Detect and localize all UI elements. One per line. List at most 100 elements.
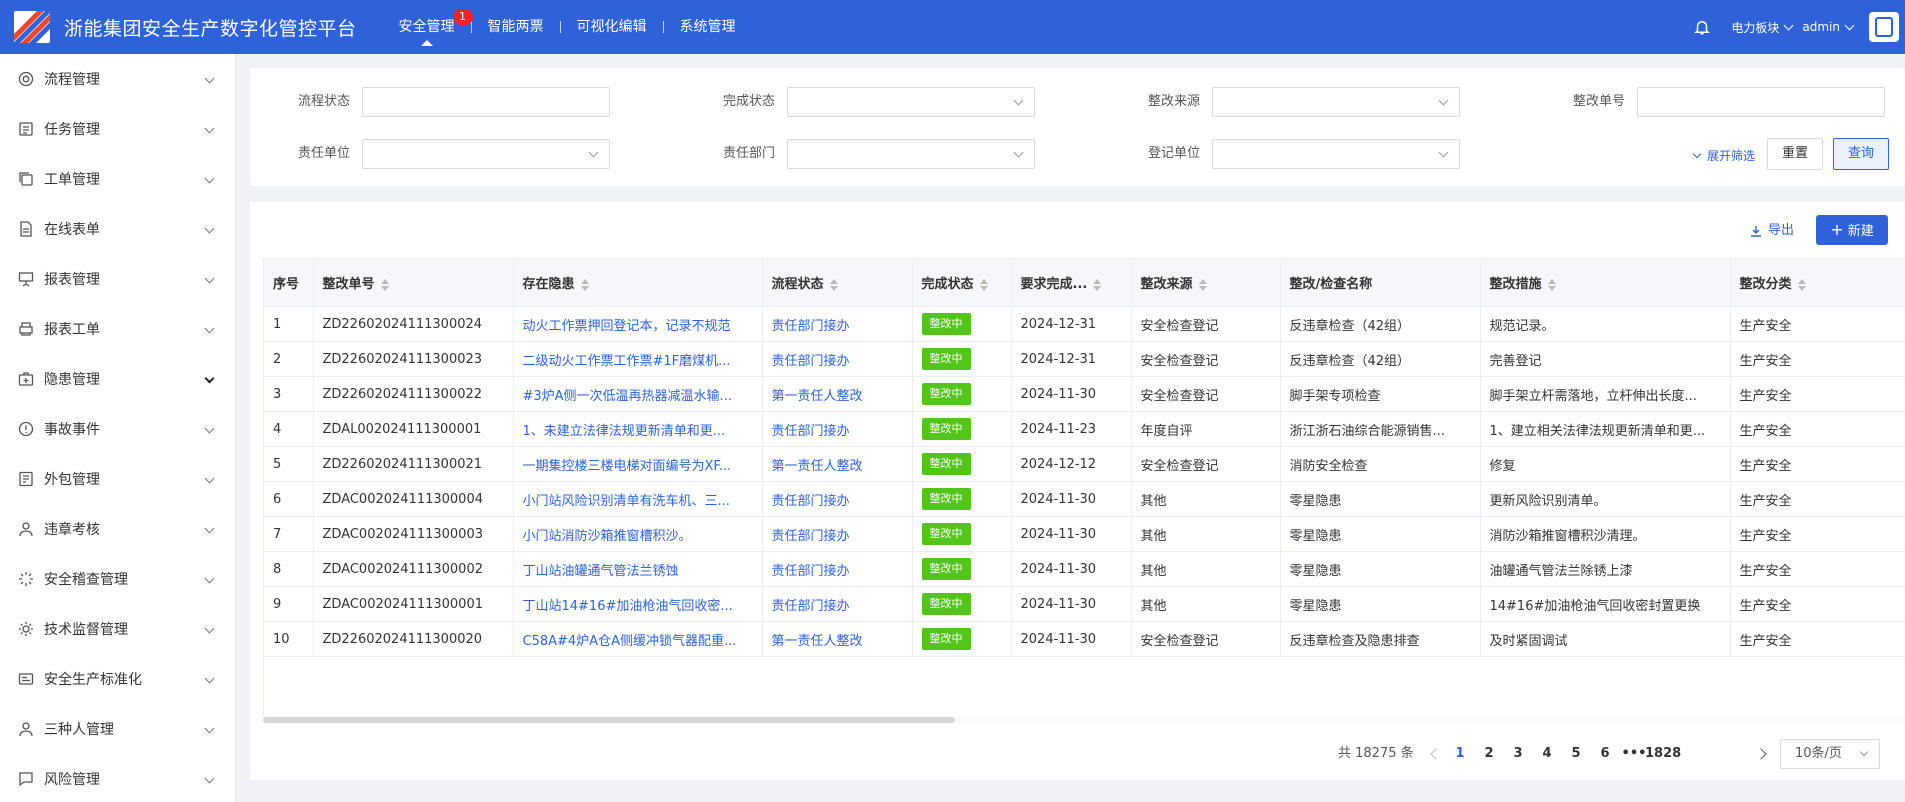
cell-hazard[interactable]: #3炉A侧一次低温再热器减温水输... xyxy=(513,376,763,412)
table-row[interactable]: 10 ZD22602024111300020 C58A#4炉A仓A侧缓冲锁气器配重.… xyxy=(264,621,1905,657)
nav-smart-tickets[interactable]: 智能两票 xyxy=(482,0,550,54)
table-row[interactable]: 2 ZD22602024111300023 二级动火工作票工作票#1F磨煤机... 责… xyxy=(264,341,1905,377)
nav-safety-management[interactable]: 安全管理 1 xyxy=(393,0,473,54)
column-header[interactable]: 整改来源 xyxy=(1131,258,1281,307)
cell-hazard[interactable]: 动火工作票押回登记本，记录不规范 xyxy=(513,306,763,342)
sidebar-item[interactable]: 任务管理 xyxy=(0,104,235,154)
bell-icon[interactable] xyxy=(1693,18,1711,36)
nav-visual-edit[interactable]: 可视化编辑 xyxy=(571,0,653,54)
sidebar-item[interactable]: 报表工单 xyxy=(0,304,235,354)
cell-flow[interactable]: 责任部门接办 xyxy=(762,551,913,587)
cell-measure: 完善登记 xyxy=(1480,341,1731,377)
sort-icon[interactable] xyxy=(979,278,988,291)
sort-icon[interactable] xyxy=(580,278,589,291)
cell-hazard[interactable]: 一期集控楼三楼电梯对面编号为XF... xyxy=(513,446,763,482)
cell-id: ZDAL002024111300001 xyxy=(313,411,514,447)
resp-dept-select[interactable] xyxy=(787,139,1035,169)
sidebar-item-label: 外包管理 xyxy=(44,472,100,488)
sidebar-item[interactable]: 安全生产标准化 xyxy=(0,654,235,704)
complete-status-select[interactable] xyxy=(787,87,1035,117)
table-row[interactable]: 3 ZD22602024111300022 #3炉A侧一次低温再热器减温水输... 第… xyxy=(264,376,1905,412)
sidebar-item[interactable]: 风险管理 xyxy=(0,754,235,802)
cell-hazard[interactable]: 小门站风险识别清单有洗车机、三... xyxy=(513,481,763,517)
sidebar-item[interactable]: 在线表单 xyxy=(0,204,235,254)
sector-dropdown[interactable]: 电力板块 xyxy=(1731,19,1794,36)
column-header[interactable]: 整改分类 xyxy=(1730,258,1905,307)
expand-filter-label: 展开筛选 xyxy=(1707,149,1756,163)
cell-flow[interactable]: 第一责任人整改 xyxy=(762,446,913,482)
table-row[interactable]: 6 ZDAC002024111300004 小门站风险识别清单有洗车机、三... 责任… xyxy=(264,481,1905,517)
column-header[interactable]: 完成状态 xyxy=(912,258,1012,307)
process-status-input[interactable] xyxy=(362,87,610,117)
cell-category: 生产安全 xyxy=(1730,621,1905,657)
table-row[interactable]: 9 ZDAC002024111300001 丁山站14#16#加油枪油气回收密...… xyxy=(264,586,1905,622)
sort-icon[interactable] xyxy=(1547,278,1556,291)
next-page-icon[interactable] xyxy=(1755,748,1767,760)
resp-unit-select[interactable] xyxy=(362,139,610,169)
table-row[interactable]: 7 ZDAC002024111300003 小门站消防沙箱推窗槽积沙。 责任部门接办整… xyxy=(264,516,1905,552)
sort-icon[interactable] xyxy=(1093,278,1102,291)
cell-hazard[interactable]: 1、未建立法律法规更新清单和更... xyxy=(513,411,763,447)
column-header[interactable]: 整改措施 xyxy=(1480,258,1731,307)
table-row[interactable]: 8 ZDAC002024111300002 丁山站油罐通气管法兰锈蚀 责任部门接办 整改… xyxy=(264,551,1905,587)
rectify-no-input[interactable] xyxy=(1637,87,1885,117)
sidebar-item[interactable]: 安全稽查管理 xyxy=(0,554,235,604)
new-button[interactable]: + 新建 xyxy=(1816,215,1888,245)
sidebar-item[interactable]: 流程管理 xyxy=(0,54,235,104)
user-dropdown[interactable]: admin xyxy=(1802,20,1855,34)
cell-hazard[interactable]: 二级动火工作票工作票#1F磨煤机... xyxy=(513,341,763,377)
chevron-down-icon xyxy=(204,373,215,384)
column-header[interactable]: 整改单号 xyxy=(313,258,514,307)
reset-button[interactable]: 重置 xyxy=(1767,138,1823,170)
column-header[interactable]: 流程状态 xyxy=(762,258,913,307)
cell-flow[interactable]: 第一责任人整改 xyxy=(762,376,913,412)
expand-filter-link[interactable]: 展开筛选 xyxy=(1692,147,1756,164)
query-button[interactable]: 查询 xyxy=(1833,138,1889,170)
cell-hazard[interactable]: 丁山站14#16#加油枪油气回收密... xyxy=(513,586,763,622)
chevron-down-icon xyxy=(204,473,215,484)
cell-flow[interactable]: 责任部门接办 xyxy=(762,411,913,447)
sort-icon[interactable] xyxy=(1797,278,1806,291)
person-icon xyxy=(19,522,33,537)
avatar[interactable] xyxy=(1869,12,1899,42)
cell-hazard[interactable]: 小门站消防沙箱推窗槽积沙。 xyxy=(513,516,763,552)
sidebar-item[interactable]: 三种人管理 xyxy=(0,704,235,754)
table-row[interactable]: 1 ZD22602024111300024 动火工作票押回登记本，记录不规范 责任部门… xyxy=(264,306,1905,342)
sidebar-item[interactable]: 违章考核 xyxy=(0,504,235,554)
cell-flow[interactable]: 责任部门接办 xyxy=(762,306,913,342)
scrollbar-thumb[interactable] xyxy=(263,717,955,723)
page-size-select[interactable]: 10条/页 xyxy=(1780,739,1880,769)
column-header[interactable]: 要求完成... xyxy=(1011,258,1132,307)
cell-flow[interactable]: 第一责任人整改 xyxy=(762,621,913,657)
cell-due: 2024-12-31 xyxy=(1011,341,1132,377)
plus-icon: + xyxy=(1830,220,1844,239)
cell-flow[interactable]: 责任部门接办 xyxy=(762,586,913,622)
sidebar-item[interactable]: 报表管理 xyxy=(0,254,235,304)
sidebar-item[interactable]: 技术监督管理 xyxy=(0,604,235,654)
chevron-down-icon xyxy=(204,523,215,534)
cell-flow[interactable]: 责任部门接办 xyxy=(762,481,913,517)
sidebar-item[interactable]: 工单管理 xyxy=(0,154,235,204)
horizontal-scrollbar[interactable] xyxy=(263,716,1905,724)
table-row[interactable]: 5 ZD22602024111300021 一期集控楼三楼电梯对面编号为XF... 第… xyxy=(264,446,1905,482)
sort-icon[interactable] xyxy=(380,278,389,291)
sort-icon[interactable] xyxy=(829,278,838,291)
sidebar-item[interactable]: 隐患管理 xyxy=(0,354,235,404)
cell-status: 整改中 xyxy=(912,586,1012,622)
cell-flow[interactable]: 责任部门接办 xyxy=(762,341,913,377)
nav-system-management[interactable]: 系统管理 xyxy=(674,0,742,54)
cell-flow[interactable]: 责任部门接办 xyxy=(762,516,913,552)
sidebar-item[interactable]: 事故事件 xyxy=(0,404,235,454)
column-header[interactable]: 存在隐患 xyxy=(513,258,763,307)
table-row[interactable]: 4 ZDAL002024111300001 1、未建立法律法规更新清单和更... 责任… xyxy=(264,411,1905,447)
status-badge: 整改中 xyxy=(921,558,971,580)
sort-icon[interactable] xyxy=(1198,278,1207,291)
page-number[interactable]: 1828 xyxy=(1645,738,1681,770)
cell-hazard[interactable]: 丁山站油罐通气管法兰锈蚀 xyxy=(513,551,763,587)
sidebar-item[interactable]: 外包管理 xyxy=(0,454,235,504)
rectify-source-select[interactable] xyxy=(1212,87,1460,117)
reg-unit-select[interactable] xyxy=(1212,139,1460,169)
export-button[interactable]: 导出 xyxy=(1750,216,1794,246)
cell-hazard[interactable]: C58A#4炉A仓A侧缓冲锁气器配重... xyxy=(513,621,763,657)
prev-page-icon[interactable] xyxy=(1430,748,1442,760)
